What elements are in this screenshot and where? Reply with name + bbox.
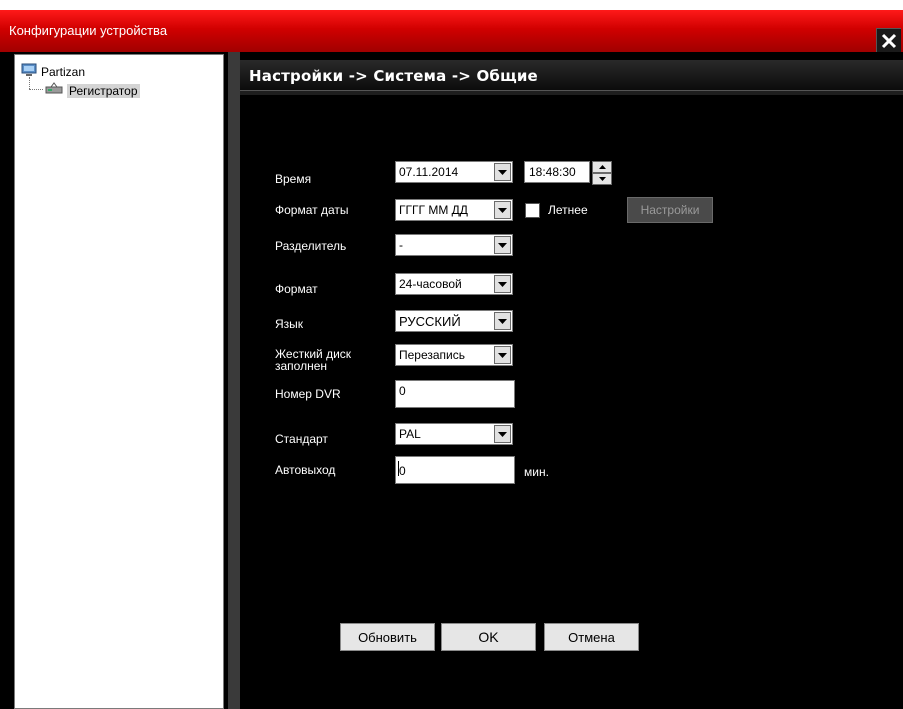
date-format-label: Формат даты [275,203,349,217]
standard-value: PAL [399,427,421,441]
date-format-value: ГГГГ ММ ДД [399,203,468,217]
close-icon [881,33,897,49]
time-value: 18:48:30 [529,165,576,179]
close-button[interactable] [876,28,901,53]
breadcrumb: Настройки -> Система -> Общие [249,67,538,85]
time-field[interactable]: 18:48:30 [524,161,590,183]
separator-value: - [399,238,403,252]
tree-item-partizan-label: Partizan [41,64,86,79]
dvr-number-label: Номер DVR [275,387,341,401]
separator-select[interactable]: - [395,234,513,256]
tree-item-registrator-label: Регистратор [67,83,140,98]
hdd-full-value: Перезапись [399,348,466,362]
tree-item-partizan[interactable]: Partizan [21,63,85,80]
time-label: Время [275,172,312,186]
chevron-down-icon [494,312,511,330]
chevron-down-icon [494,346,511,364]
main-panel [240,52,903,709]
autologout-value: 0 [399,464,406,478]
chevron-down-icon [494,236,511,254]
autologout-unit: мин. [524,465,549,479]
autologout-input[interactable]: 0 [395,456,515,484]
date-picker[interactable]: 07.11.2014 [395,161,513,183]
hdd-full-label-line2: заполнен [275,359,328,373]
tree-connector [29,89,43,90]
date-value: 07.11.2014 [399,165,459,179]
tree-connector [29,77,30,89]
chevron-down-icon [494,425,511,443]
language-label: Язык [275,317,304,331]
chevron-down-icon [494,163,511,181]
top-edge [0,0,903,10]
spin-up-icon[interactable] [592,161,612,173]
language-select[interactable]: РУССКИЙ [395,310,513,332]
text-cursor [398,461,399,476]
tree-item-registrator[interactable]: Регистратор [45,82,140,99]
header-divider [240,90,903,95]
device-tree: Partizan Регистратор [14,54,224,709]
window-title: Конфигурации устройства [9,23,168,38]
refresh-button[interactable]: Обновить [340,623,435,651]
panel-splitter[interactable] [228,52,240,709]
chevron-down-icon [494,275,511,293]
dst-settings-button[interactable]: Настройки [627,197,713,223]
chevron-down-icon [494,201,511,219]
time-format-select[interactable]: 24-часовой [395,273,513,295]
hdd-full-select[interactable]: Перезапись [395,344,513,366]
time-format-value: 24-часовой [399,277,462,291]
spin-down-icon[interactable] [592,173,612,185]
time-format-label: Формат [275,282,318,296]
dst-label: Летнее [548,203,588,217]
standard-select[interactable]: PAL [395,423,513,445]
ok-button[interactable]: OK [441,623,536,651]
dst-checkbox[interactable] [525,203,540,218]
separator-label: Разделитель [275,239,347,253]
time-spinner[interactable] [592,161,612,185]
dvr-number-value: 0 [399,384,406,398]
dvr-device-icon [45,82,63,99]
date-format-select[interactable]: ГГГГ ММ ДД [395,199,513,221]
cancel-button[interactable]: Отмена [544,623,639,651]
dvr-number-input[interactable]: 0 [395,380,515,408]
standard-label: Стандарт [275,432,328,446]
autologout-label: Автовыход [275,463,336,477]
language-value: РУССКИЙ [399,314,461,329]
